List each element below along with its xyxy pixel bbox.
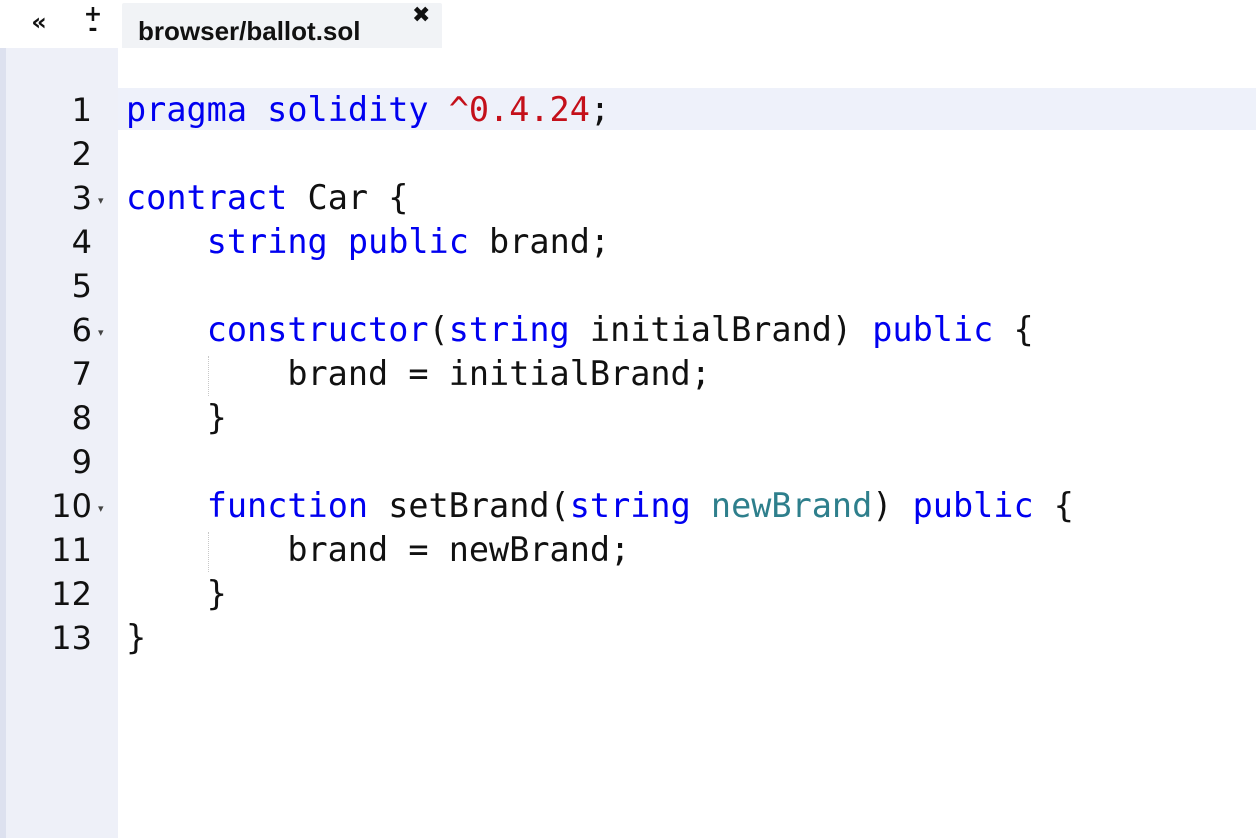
code-line[interactable]: 10 ▾ function setBrand(string newBrand) p…	[0, 484, 1256, 528]
fold-arrow-icon[interactable]: ▾	[98, 326, 104, 339]
code-token: }	[126, 618, 147, 657]
line-number: 11	[51, 531, 92, 569]
line-number: 3	[71, 179, 92, 217]
code-line[interactable]: 8 }	[0, 396, 1256, 440]
double-chevron-left-icon[interactable]: «	[22, 2, 56, 42]
keyword-token: function	[206, 486, 369, 525]
keyword-token: string	[569, 486, 691, 525]
line-number: 6	[71, 311, 92, 349]
code-token: }	[126, 574, 227, 613]
parameter-token: newBrand	[710, 486, 873, 525]
line-number: 12	[51, 575, 92, 613]
code-line[interactable]: 12 }	[0, 572, 1256, 616]
code-text[interactable]: brand = newBrand;	[126, 528, 630, 572]
line-number: 5	[71, 267, 92, 305]
keyword-token: public	[347, 222, 469, 261]
code-text[interactable]: }	[126, 616, 146, 660]
code-line[interactable]: 1 pragma solidity ^0.4.24;	[0, 88, 1256, 132]
code-token: )	[872, 486, 913, 525]
code-line[interactable]: 2	[0, 132, 1256, 176]
keyword-token: solidity	[247, 90, 429, 129]
editor-tab-bar: « + - browser/ballot.sol ✖	[0, 0, 1256, 48]
code-editor[interactable]: 1 pragma solidity ^0.4.24; 2 3 ▾ contract Car…	[0, 48, 1256, 838]
fold-arrow-icon[interactable]: ▾	[98, 194, 104, 207]
keyword-token: string	[206, 222, 328, 261]
code-text[interactable]: string public brand;	[126, 220, 610, 264]
fold-arrow-icon[interactable]: ▾	[98, 502, 104, 515]
file-tab-label[interactable]: browser/ballot.sol	[138, 16, 361, 47]
line-number: 4	[71, 223, 92, 261]
code-token: brand = newBrand;	[126, 530, 631, 569]
code-text[interactable]: contract Car {	[126, 176, 408, 220]
code-line[interactable]: 3 ▾ contract Car {	[0, 176, 1256, 220]
code-line[interactable]: 6 ▾ constructor(string initialBrand) publ…	[0, 308, 1256, 352]
code-token: initialBrand)	[569, 310, 873, 349]
keyword-token: pragma	[126, 90, 248, 129]
line-number: 8	[71, 399, 92, 437]
code-text[interactable]: constructor(string initialBrand) public …	[126, 308, 1034, 352]
code-token: brand = initialBrand;	[126, 354, 711, 393]
keyword-token: contract	[126, 178, 288, 217]
keyword-token: public	[872, 310, 994, 349]
code-text[interactable]: function setBrand(string newBrand) publi…	[126, 484, 1074, 528]
zoom-toggle-button[interactable]: + -	[76, 2, 110, 42]
number-token: ^0.4.24	[428, 90, 590, 129]
code-token: setBrand(	[368, 486, 570, 525]
line-number: 2	[71, 135, 92, 173]
code-text[interactable]: }	[126, 572, 227, 616]
code-line[interactable]: 5	[0, 264, 1256, 308]
code-token: Car {	[287, 178, 409, 217]
line-number: 13	[51, 619, 92, 657]
line-number: 1	[71, 91, 92, 129]
keyword-token: string	[448, 310, 570, 349]
line-number: 7	[71, 355, 92, 393]
file-tab[interactable]: browser/ballot.sol ✖	[122, 3, 442, 48]
code-token: }	[126, 398, 227, 437]
code-text[interactable]: }	[126, 396, 227, 440]
code-token: brand;	[468, 222, 611, 261]
code-line[interactable]: 4 string public brand;	[0, 220, 1256, 264]
code-text[interactable]: pragma solidity ^0.4.24;	[126, 88, 610, 132]
code-token: {	[1033, 486, 1074, 525]
line-number: 9	[71, 443, 92, 481]
code-token: (	[428, 310, 449, 349]
code-line[interactable]: 7 brand = initialBrand;	[0, 352, 1256, 396]
line-number: 10	[51, 487, 92, 525]
minus-icon[interactable]: -	[88, 19, 97, 41]
code-text[interactable]: brand = initialBrand;	[126, 352, 711, 396]
keyword-token: public	[912, 486, 1034, 525]
code-token: {	[993, 310, 1034, 349]
keyword-token: constructor	[206, 310, 429, 349]
code-token: ;	[589, 90, 611, 129]
code-line[interactable]: 9	[0, 440, 1256, 484]
code-line[interactable]: 11 brand = newBrand;	[0, 528, 1256, 572]
close-icon[interactable]: ✖	[412, 3, 430, 28]
code-line[interactable]: 13}	[0, 616, 1256, 660]
code-lines[interactable]: 1 pragma solidity ^0.4.24; 2 3 ▾ contract Car…	[0, 88, 1256, 660]
